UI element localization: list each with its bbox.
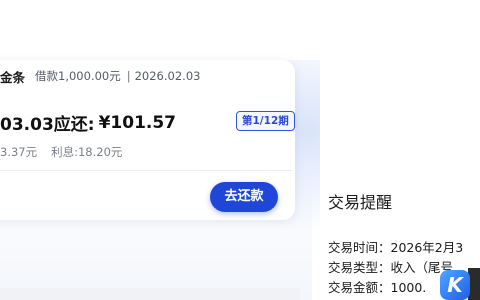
period-badge: 第1/12期: [236, 111, 295, 131]
loan-date: 2026.02.03: [134, 69, 201, 83]
breakdown-row: 3.37元 利息:18.20元: [0, 144, 122, 160]
screenshot: 金条 借款1,000.00元 | 2026.02.03 03.03应还: ¥10…: [0, 0, 480, 300]
principal-text: 3.37元: [0, 145, 38, 159]
notification-line-amount: 交易金额：1000.: [328, 280, 427, 295]
due-amount: ¥101.57: [98, 112, 177, 133]
loan-amount-label: 借款1,000.00元: [35, 69, 121, 83]
notification-line-type: 交易类型：收入（尾号: [328, 260, 454, 275]
notification-line-time: 交易时间：2026年2月3: [328, 240, 464, 255]
header-separator: |: [126, 69, 131, 83]
notification-title: 交易提醒: [328, 193, 393, 212]
interest-text: 利息:18.20元: [51, 145, 123, 159]
repay-button[interactable]: 去还款: [210, 182, 278, 212]
card-header: 金条 借款1,000.00元 | 2026.02.03: [0, 62, 292, 90]
due-amount-row: 03.03应还: ¥101.57: [0, 110, 177, 136]
bottom-strip: [0, 288, 300, 300]
card-divider: [0, 170, 292, 171]
due-date-text: 03.03应还:: [0, 115, 95, 135]
k-app-icon[interactable]: K: [440, 270, 470, 300]
brand-name: 金条: [0, 69, 26, 85]
